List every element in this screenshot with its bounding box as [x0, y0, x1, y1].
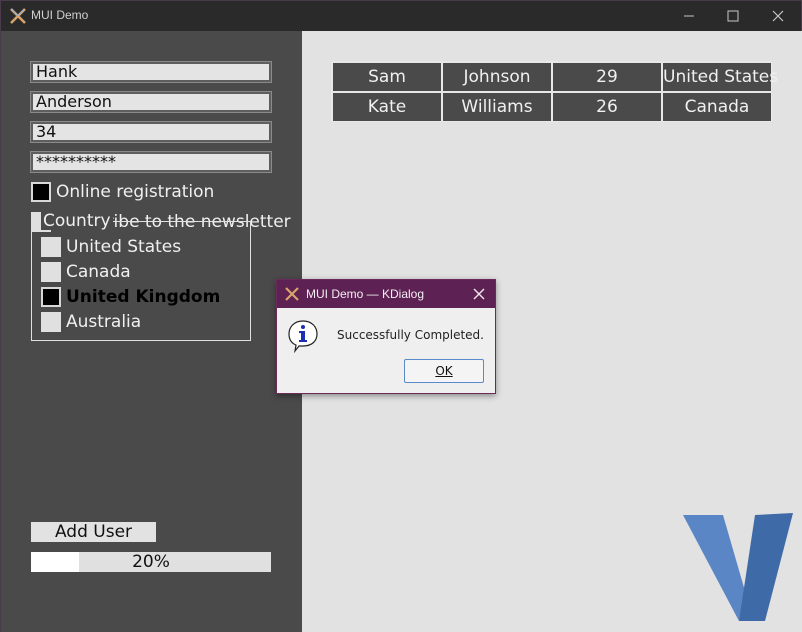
- progress-bar: 20%: [31, 552, 271, 572]
- main-window: MUI Demo Hank Anderson 34 ********** Onl…: [0, 0, 802, 632]
- window-title: MUI Demo: [31, 8, 89, 22]
- online-registration-label: Online registration: [56, 182, 215, 202]
- title-bar[interactable]: MUI Demo: [1, 1, 801, 31]
- maximize-button[interactable]: [723, 6, 743, 26]
- add-user-button[interactable]: Add User: [31, 522, 156, 542]
- progress-label: 20%: [132, 552, 170, 572]
- last-name-input[interactable]: Anderson: [30, 91, 272, 113]
- v-logo-icon: [683, 513, 793, 621]
- country-label-australia: Australia: [66, 312, 142, 332]
- info-icon: [288, 320, 318, 353]
- minimize-button[interactable]: [679, 6, 699, 26]
- age-input[interactable]: 34: [30, 121, 272, 143]
- dialog-title-bar[interactable]: MUI Demo — KDialog: [277, 280, 495, 308]
- country-label-united-kingdom: United Kingdom: [66, 287, 221, 307]
- table-cell[interactable]: United States: [662, 62, 778, 92]
- table-cell[interactable]: Kate: [332, 92, 442, 122]
- close-button[interactable]: [768, 6, 788, 26]
- table-cell[interactable]: 29: [552, 62, 662, 92]
- close-icon[interactable]: [471, 286, 487, 302]
- table-cell[interactable]: 26: [552, 92, 662, 122]
- table-cell[interactable]: Canada: [662, 92, 772, 122]
- minimize-icon: [684, 15, 694, 17]
- ok-button[interactable]: OK: [404, 359, 484, 383]
- x-logo-icon: [285, 287, 299, 301]
- table-cell[interactable]: Johnson: [442, 62, 552, 92]
- table-cell[interactable]: Sam: [332, 62, 442, 92]
- dialog-title: MUI Demo — KDialog: [306, 287, 425, 301]
- country-option-united-states[interactable]: [41, 237, 61, 257]
- maximize-icon: [727, 10, 739, 22]
- online-registration-checkbox[interactable]: [31, 182, 51, 202]
- country-label-canada: Canada: [66, 262, 131, 282]
- close-icon: [772, 10, 784, 22]
- message-dialog: MUI Demo — KDialog Successfully Complete…: [276, 279, 496, 394]
- table-cell[interactable]: Williams: [442, 92, 552, 122]
- country-option-australia[interactable]: [41, 312, 61, 332]
- country-option-canada[interactable]: [41, 262, 61, 282]
- users-table: Sam Johnson 29 United States Kate Willia…: [331, 61, 778, 122]
- country-label-united-states: United States: [66, 237, 182, 257]
- password-input[interactable]: **********: [30, 151, 272, 173]
- first-name-input[interactable]: Hank: [30, 61, 272, 83]
- country-option-united-kingdom[interactable]: [41, 287, 61, 307]
- dialog-message: Successfully Completed.: [337, 328, 484, 342]
- country-legend: Country: [41, 211, 113, 231]
- x-logo-icon: [10, 8, 26, 24]
